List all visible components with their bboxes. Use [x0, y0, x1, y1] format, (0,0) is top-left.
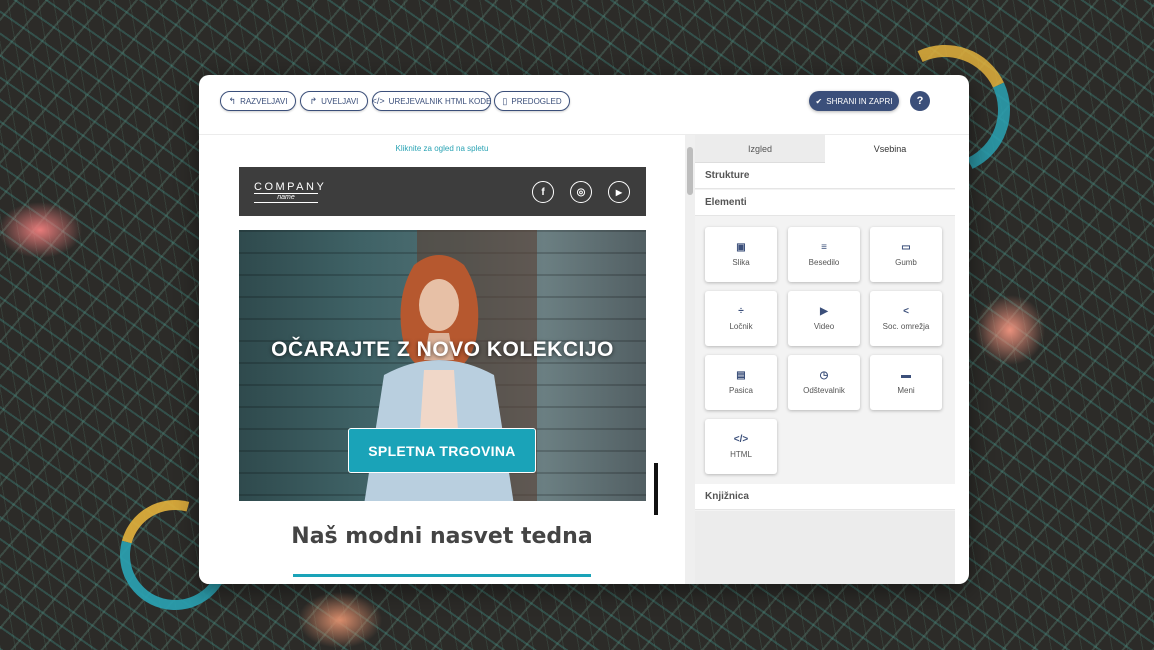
html-editor-label: UREJEVALNIK HTML KODE [388, 96, 492, 106]
redo-icon: ↱ [309, 95, 318, 106]
toolbar: ↰ RAZVELJAVI ↱ UVELJAVI </> UREJEVALNIK … [199, 75, 969, 135]
tab-vsebina[interactable]: Vsebina [825, 135, 955, 163]
code-icon: </> [371, 96, 385, 106]
banner-icon: ▤ [736, 369, 746, 381]
divider-icon: ÷ [738, 305, 744, 317]
redo-button[interactable]: ↱ UVELJAVI [300, 91, 368, 111]
element-label: Video [813, 321, 835, 331]
element-label: Besedilo [808, 257, 840, 267]
element-menu[interactable]: ▬ Meni [870, 355, 942, 410]
library-content [695, 511, 955, 584]
element-timer[interactable]: ◷ Odštevalnik [788, 355, 860, 410]
company-logo-subtitle: name [254, 193, 318, 203]
shop-button[interactable]: SPLETNA TRGOVINA [348, 428, 536, 473]
redo-label: UVELJAVI [321, 96, 359, 106]
timer-icon: ◷ [819, 369, 829, 381]
email-editor-window: ↰ RAZVELJAVI ↱ UVELJAVI </> UREJEVALNIK … [199, 75, 969, 584]
view-online-link[interactable]: Kliknite za ogled na spletu [199, 144, 685, 153]
mobile-icon: ▯ [502, 95, 508, 106]
panel-tabs: Izgled Vsebina [695, 135, 955, 163]
help-button[interactable]: ? [910, 91, 930, 111]
elements-section[interactable]: Elementi [695, 190, 955, 216]
element-label: Soc. omrežja [882, 321, 930, 331]
scrollbar-thumb[interactable] [687, 147, 693, 195]
element-label: Meni [897, 385, 915, 395]
undo-button[interactable]: ↰ RAZVELJAVI [220, 91, 296, 111]
preview-button[interactable]: ▯ PREDOGLED [494, 91, 570, 111]
section-title: Naš modni nasvet tedna [291, 524, 593, 549]
image-icon: ▣ [736, 241, 746, 253]
element-label: Gumb [895, 257, 917, 267]
side-panel: Izgled Vsebina Strukture Elementi ▣ Slik… [695, 135, 955, 584]
html-editor-button[interactable]: </> UREJEVALNIK HTML KODE [372, 91, 491, 111]
email-preview: Kliknite za ogled na spletu COMPANY name… [199, 135, 685, 584]
title-underline [293, 574, 591, 577]
menu-icon: ▬ [901, 369, 911, 381]
undo-icon: ↰ [228, 95, 237, 106]
element-label: Odštevalnik [803, 385, 845, 395]
element-label: HTML [730, 449, 752, 459]
element-divider[interactable]: ÷ Ločnik [705, 291, 777, 346]
share-icon: < [903, 305, 909, 317]
company-logo: COMPANY [254, 181, 327, 193]
element-button[interactable]: ▭ Gumb [870, 227, 942, 282]
preview-label: PREDOGLED [511, 96, 562, 106]
hero-banner[interactable]: OČARAJTE Z NOVO KOLEKCIJO SPLETNA TRGOVI… [239, 230, 646, 501]
facebook-icon[interactable]: f [532, 181, 554, 203]
element-image[interactable]: ▣ Slika [705, 227, 777, 282]
element-social[interactable]: < Soc. omrežja [870, 291, 942, 346]
hero-title: OČARAJTE Z NOVO KOLEKCIJO [271, 338, 614, 361]
youtube-icon[interactable]: ▶ [608, 181, 630, 203]
tab-izgled[interactable]: Izgled [695, 135, 825, 163]
email-header[interactable]: COMPANY name f ◎ ▶ [239, 167, 646, 216]
code-icon: </> [733, 433, 749, 445]
video-icon: ▶ [820, 305, 828, 317]
element-label: Ločnik [729, 321, 753, 331]
save-close-label: SHRANI IN ZAPRI [826, 96, 893, 106]
save-close-button[interactable]: ✔ SHRANI IN ZAPRI [809, 91, 899, 111]
element-label: Slika [732, 257, 750, 267]
element-html[interactable]: </> HTML [705, 419, 777, 474]
undo-label: RAZVELJAVI [240, 96, 288, 106]
structures-section[interactable]: Strukture [695, 163, 955, 189]
preview-scrollbar[interactable] [685, 135, 695, 584]
instagram-icon[interactable]: ◎ [570, 181, 592, 203]
element-banner[interactable]: ▤ Pasica [705, 355, 777, 410]
element-label: Pasica [728, 385, 753, 395]
button-icon: ▭ [901, 241, 911, 253]
element-video[interactable]: ▶ Video [788, 291, 860, 346]
element-text[interactable]: ≡ Besedilo [788, 227, 860, 282]
check-icon: ✔ [815, 96, 823, 106]
library-section[interactable]: Knjižnica [695, 484, 955, 510]
resize-handle[interactable] [654, 463, 658, 515]
text-icon: ≡ [821, 241, 827, 253]
